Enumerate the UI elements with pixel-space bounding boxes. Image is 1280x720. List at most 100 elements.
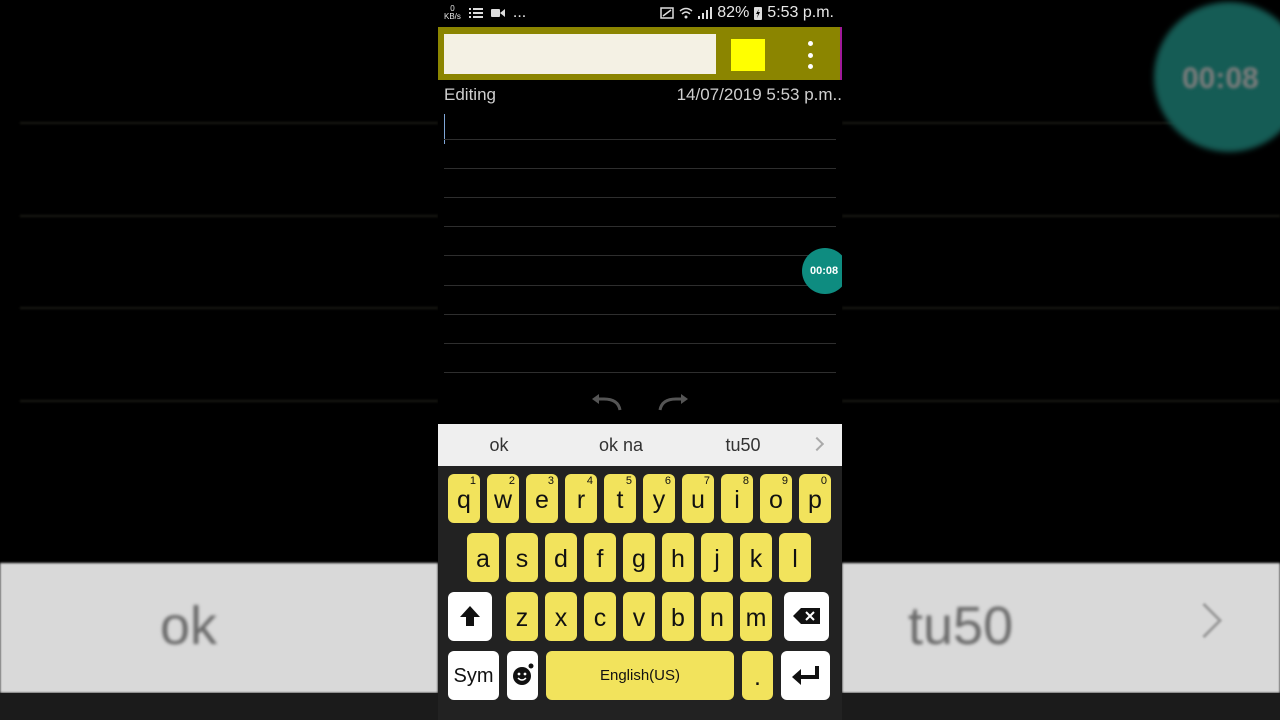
bg-ruled-line (842, 307, 1280, 309)
bg-timer-text: 00:08 (1182, 62, 1259, 95)
bg-word-right: tu50 (908, 596, 1014, 656)
key-s[interactable]: s (506, 533, 538, 582)
key-letter: w (493, 486, 513, 514)
key-q[interactable]: 1q (448, 474, 480, 523)
key-x[interactable]: x (545, 592, 577, 641)
background-left: ok (0, 0, 438, 720)
bg-ruled-line (20, 400, 438, 402)
key-letter: v (632, 604, 646, 632)
key-j[interactable]: j (701, 533, 733, 582)
key-letter: m (745, 604, 767, 632)
key-n[interactable]: n (701, 592, 733, 641)
soft-keyboard: 1q 2w 3e 4r 5t 6y 7u 8i 9o 0p a s d f g … (438, 466, 842, 720)
key-z[interactable]: z (506, 592, 538, 641)
key-w[interactable]: 2w (487, 474, 519, 523)
bg-ruled-line (842, 400, 1280, 402)
space-bar[interactable]: English(US) (546, 651, 734, 700)
key-letter: n (710, 604, 724, 632)
network-speed-unit: KB/s (444, 12, 461, 21)
key-letter: y (652, 486, 666, 514)
key-m[interactable]: m (740, 592, 772, 641)
bg-word-left: ok (160, 596, 218, 656)
key-letter: r (576, 486, 586, 514)
menu-dot-icon (807, 64, 813, 69)
period-key[interactable]: . (742, 651, 773, 700)
key-letter: g (632, 545, 646, 573)
key-t[interactable]: 5t (604, 474, 636, 523)
bg-ruled-line (842, 215, 1280, 217)
key-i[interactable]: 8i (721, 474, 753, 523)
bg-suggestion-band (0, 563, 438, 693)
note-color-button[interactable] (731, 39, 765, 71)
key-letter: i (734, 486, 740, 514)
key-letter: o (769, 486, 783, 514)
backspace-key[interactable] (784, 592, 829, 641)
ruled-line (444, 314, 836, 315)
key-letter: a (476, 545, 490, 573)
status-time: 5:53 p.m. (767, 4, 834, 21)
ruled-line (444, 197, 836, 198)
list-icon (468, 8, 483, 18)
key-r[interactable]: 4r (565, 474, 597, 523)
key-letter: p (808, 486, 822, 514)
key-letter: x (554, 604, 568, 632)
note-timestamp: 14/07/2019 5:53 p.m.. (676, 85, 842, 104)
overflow-menu-button[interactable] (800, 39, 820, 71)
note-toolbar (438, 27, 842, 80)
key-c[interactable]: c (584, 592, 616, 641)
key-u[interactable]: 7u (682, 474, 714, 523)
backspace-icon (793, 608, 820, 624)
key-a[interactable]: a (467, 533, 499, 582)
ruled-line (444, 168, 836, 169)
ruled-line (444, 372, 836, 373)
note-title-input[interactable] (444, 34, 716, 74)
phone-screen: 0 KB/s ... 82% 5:53 p.m. Editing 14/07/2… (438, 0, 842, 720)
recording-timer-bubble[interactable]: 00:08 (802, 248, 842, 294)
shift-arrow-icon (460, 606, 480, 626)
ruled-line (444, 226, 836, 227)
key-k[interactable]: k (740, 533, 772, 582)
key-v[interactable]: v (623, 592, 655, 641)
undo-redo-bar (438, 384, 842, 424)
chevron-right-icon[interactable] (809, 436, 825, 452)
key-p[interactable]: 0p (799, 474, 831, 523)
suggestion-item[interactable]: ok (438, 424, 560, 466)
ruled-line (444, 343, 836, 344)
suggestion-item[interactable]: tu50 (682, 424, 804, 466)
key-f[interactable]: f (584, 533, 616, 582)
shift-key[interactable] (448, 592, 492, 641)
bg-ruled-line (20, 307, 438, 309)
key-letter: e (535, 486, 549, 514)
ruled-line (444, 139, 836, 140)
note-body-editor[interactable] (444, 112, 836, 376)
key-letter: q (457, 486, 471, 514)
sym-key[interactable]: Sym (448, 651, 499, 700)
key-e[interactable]: 3e (526, 474, 558, 523)
enter-key[interactable] (781, 651, 830, 700)
battery-charging-icon (754, 7, 763, 20)
battery-percent: 82% (717, 4, 750, 21)
key-letter: f (596, 545, 604, 573)
status-bar: 0 KB/s ... 82% 5:53 p.m. (438, 0, 842, 27)
bg-ruled-line (20, 122, 438, 124)
bg-keyboard-strip (842, 693, 1280, 720)
undo-icon[interactable] (590, 394, 624, 412)
emoji-key[interactable] (507, 651, 538, 700)
key-y[interactable]: 6y (643, 474, 675, 523)
space-bar-label: English(US) (599, 667, 681, 684)
redo-icon[interactable] (656, 394, 690, 412)
status-overflow: ... (512, 4, 527, 21)
key-d[interactable]: d (545, 533, 577, 582)
key-g[interactable]: g (623, 533, 655, 582)
signal-icon (698, 7, 713, 19)
key-l[interactable]: l (779, 533, 811, 582)
key-b[interactable]: b (662, 592, 694, 641)
key-h[interactable]: h (662, 533, 694, 582)
key-letter: l (792, 545, 798, 573)
key-letter: t (616, 486, 624, 514)
suggestion-item[interactable]: ok na (560, 424, 682, 466)
key-o[interactable]: 9o (760, 474, 792, 523)
key-letter: . (754, 663, 761, 691)
note-meta: Editing 14/07/2019 5:53 p.m.. (444, 85, 842, 107)
key-letter: c (593, 604, 607, 632)
